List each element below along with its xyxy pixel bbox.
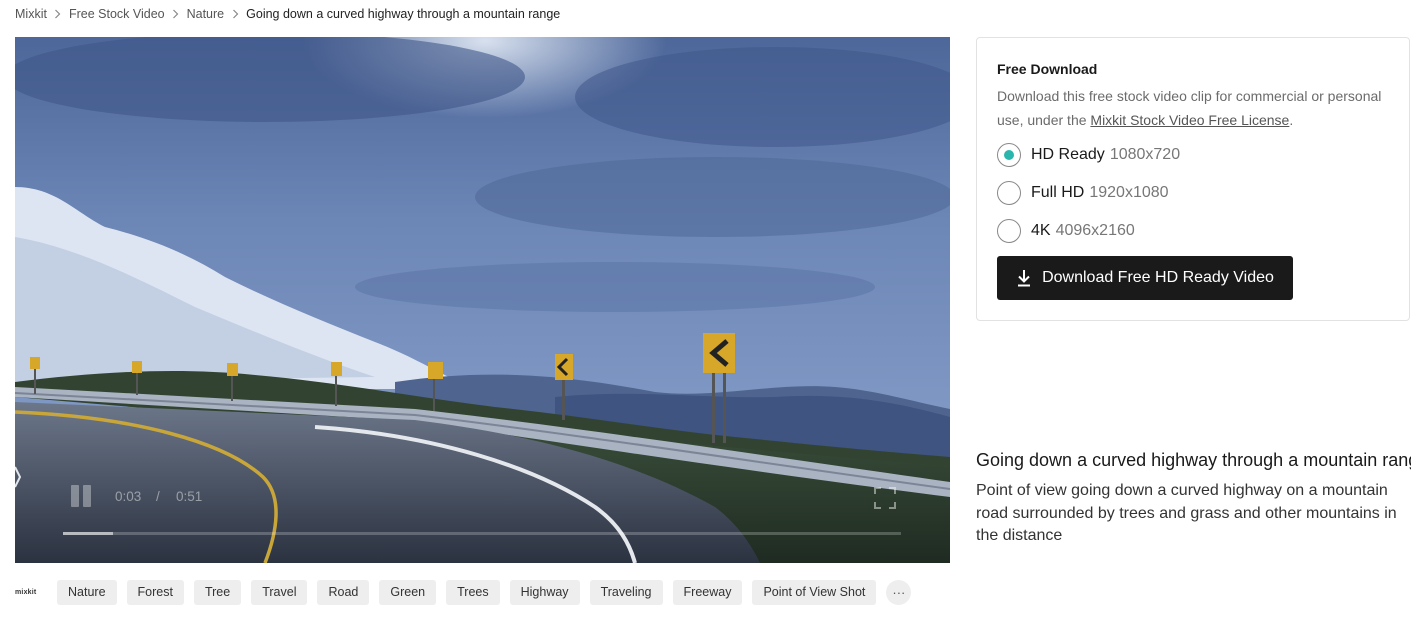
radio-full-hd[interactable] bbox=[997, 181, 1021, 205]
tag-freeway[interactable]: Freeway bbox=[672, 579, 743, 605]
video-title: Going down a curved highway through a mo… bbox=[976, 450, 1411, 470]
breadcrumb-current: Going down a curved highway through a mo… bbox=[246, 7, 561, 21]
tag-list: mixkit Nature Forest Tree Travel Road Gr… bbox=[15, 579, 912, 605]
tag-forest[interactable]: Forest bbox=[126, 579, 184, 605]
radio-4k[interactable] bbox=[997, 219, 1021, 243]
tag-travel[interactable]: Travel bbox=[251, 579, 308, 605]
breadcrumb-link-free-stock-video[interactable]: Free Stock Video bbox=[69, 7, 165, 21]
mixkit-logo: mixkit bbox=[15, 588, 37, 596]
breadcrumb-separator-icon bbox=[47, 9, 69, 19]
pause-icon bbox=[71, 485, 79, 507]
radio-hd-ready[interactable] bbox=[997, 143, 1021, 167]
download-button[interactable]: Download Free HD Ready Video bbox=[997, 256, 1293, 300]
video-frame bbox=[15, 37, 950, 563]
tag-nature[interactable]: Nature bbox=[57, 579, 117, 605]
tag-tree[interactable]: Tree bbox=[193, 579, 242, 605]
breadcrumb-link-mixkit[interactable]: Mixkit bbox=[15, 7, 47, 21]
breadcrumb-separator-icon bbox=[224, 9, 246, 19]
duration: 0:51 bbox=[176, 489, 203, 504]
breadcrumb-separator-icon bbox=[165, 9, 187, 19]
fullscreen-icon bbox=[874, 487, 896, 509]
breadcrumb: Mixkit Free Stock Video Nature Going dow… bbox=[15, 6, 560, 22]
license-link[interactable]: Mixkit Stock Video Free License bbox=[1090, 112, 1289, 128]
tag-traveling[interactable]: Traveling bbox=[589, 579, 663, 605]
option-4k[interactable]: 4K 4096x2160 bbox=[997, 218, 1135, 244]
current-time: 0:03 bbox=[115, 489, 142, 504]
tag-highway[interactable]: Highway bbox=[509, 579, 580, 605]
option-hd-ready[interactable]: HD Ready 1080x720 bbox=[997, 142, 1180, 168]
tag-trees[interactable]: Trees bbox=[446, 579, 500, 605]
breadcrumb-link-nature[interactable]: Nature bbox=[187, 7, 225, 21]
download-description: Download this free stock video clip for … bbox=[997, 88, 1382, 128]
option-full-hd[interactable]: Full HD 1920x1080 bbox=[997, 180, 1169, 206]
tag-road[interactable]: Road bbox=[317, 579, 370, 605]
pause-button[interactable] bbox=[70, 483, 94, 509]
more-tags-button[interactable]: ··· bbox=[886, 579, 912, 605]
tag-green[interactable]: Green bbox=[379, 579, 437, 605]
progress-bar[interactable] bbox=[63, 532, 901, 535]
progress-fill bbox=[63, 532, 114, 535]
tag-point-of-view-shot[interactable]: Point of View Shot bbox=[752, 579, 877, 605]
download-title: Free Download bbox=[997, 61, 1098, 77]
video-player[interactable]: 0:03 / 0:51 bbox=[15, 37, 950, 563]
fullscreen-button[interactable] bbox=[873, 486, 897, 510]
download-panel: Free Download Download this free stock v… bbox=[976, 37, 1410, 321]
time-separator: / bbox=[156, 489, 160, 504]
download-icon bbox=[1018, 270, 1031, 287]
video-description: Point of view going down a curved highwa… bbox=[976, 482, 1397, 544]
